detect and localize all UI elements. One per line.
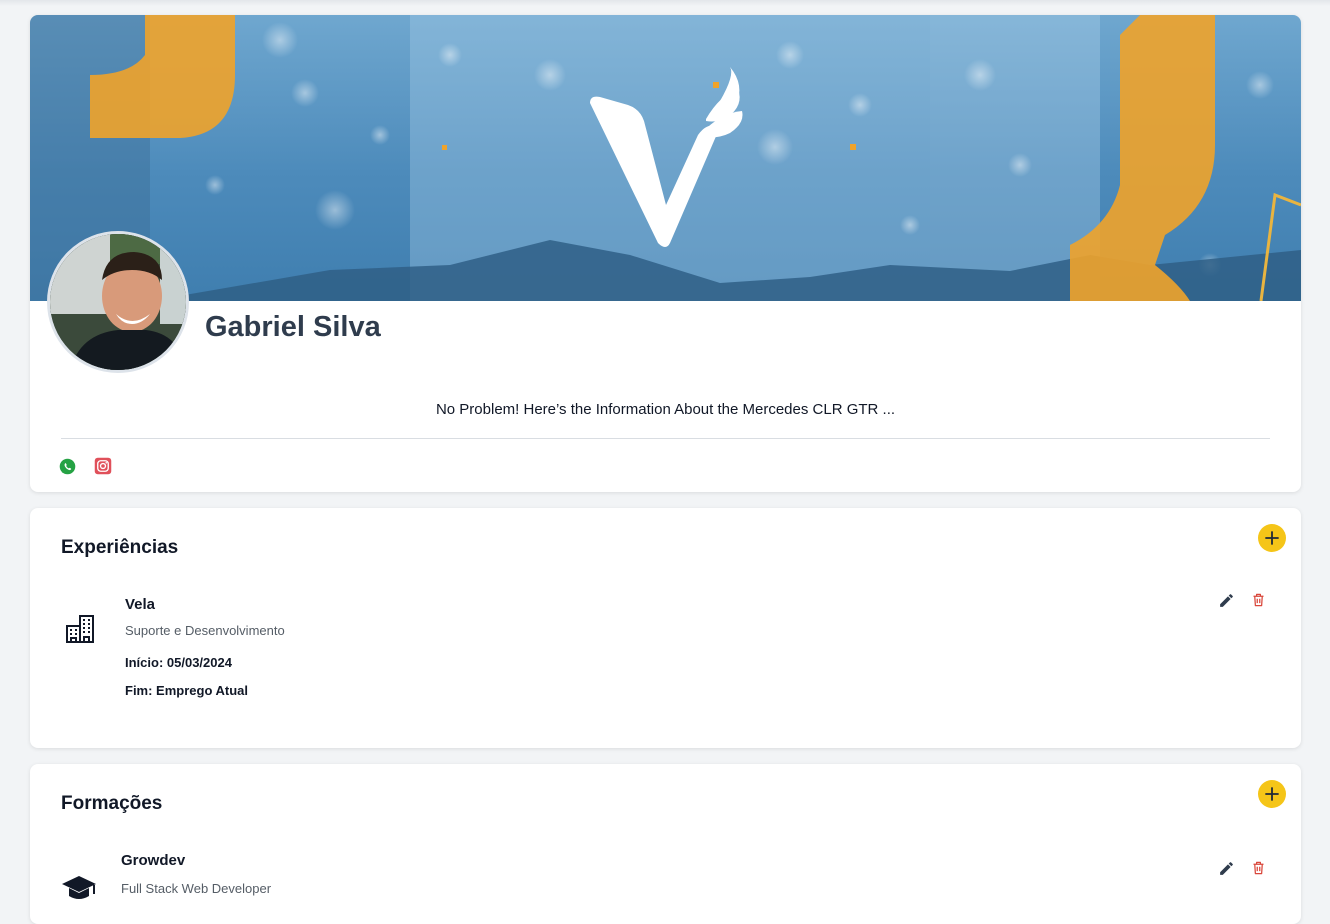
- experience-section-title: Experiências: [61, 537, 179, 558]
- graduation-cap-icon: [62, 876, 96, 899]
- profile-headline: No Problem! Here’s the Information About…: [435, 401, 896, 418]
- top-shade: [0, 0, 1330, 6]
- education-institution: Growdev: [121, 852, 186, 869]
- experience-role: Suporte e Desenvolvimento: [125, 623, 285, 638]
- whatsapp-link[interactable]: [58, 457, 76, 475]
- pencil-icon: [1219, 861, 1233, 875]
- experience-start-date: Início: 05/03/2024: [125, 655, 232, 670]
- banner-artwork: [30, 15, 1301, 301]
- profile-card: Gabriel Silva No Problem! Here’s the Inf…: [30, 15, 1301, 492]
- plus-icon: [1265, 787, 1279, 801]
- education-card: Formações Growdev Full Stack Web Develop…: [30, 764, 1301, 924]
- profile-name: Gabriel Silva: [205, 311, 381, 343]
- profile-avatar[interactable]: [47, 231, 189, 373]
- add-experience-button[interactable]: [1258, 524, 1286, 552]
- pencil-icon: [1219, 593, 1233, 607]
- whatsapp-icon: [59, 458, 75, 474]
- profile-divider: [61, 438, 1270, 439]
- trash-icon: [1253, 593, 1263, 607]
- plus-icon: [1265, 531, 1279, 545]
- profile-banner: [30, 15, 1301, 301]
- edit-experience-button[interactable]: [1216, 590, 1236, 610]
- experience-end-date: Fim: Emprego Atual: [125, 683, 249, 698]
- delete-experience-button[interactable]: [1248, 590, 1268, 610]
- add-education-button[interactable]: [1258, 780, 1286, 808]
- building-icon: [66, 615, 94, 643]
- instagram-icon: [94, 457, 112, 475]
- delete-education-button[interactable]: [1248, 858, 1268, 878]
- education-course: Full Stack Web Developer: [121, 881, 272, 896]
- avatar-photo: [50, 234, 186, 370]
- edit-education-button[interactable]: [1216, 858, 1236, 878]
- instagram-link[interactable]: [94, 457, 112, 475]
- education-section-title: Formações: [61, 793, 163, 814]
- trash-icon: [1253, 861, 1263, 875]
- experience-company: Vela: [125, 596, 156, 613]
- experience-card: Experiências Vela Suporte e Desenvolvime…: [30, 508, 1301, 748]
